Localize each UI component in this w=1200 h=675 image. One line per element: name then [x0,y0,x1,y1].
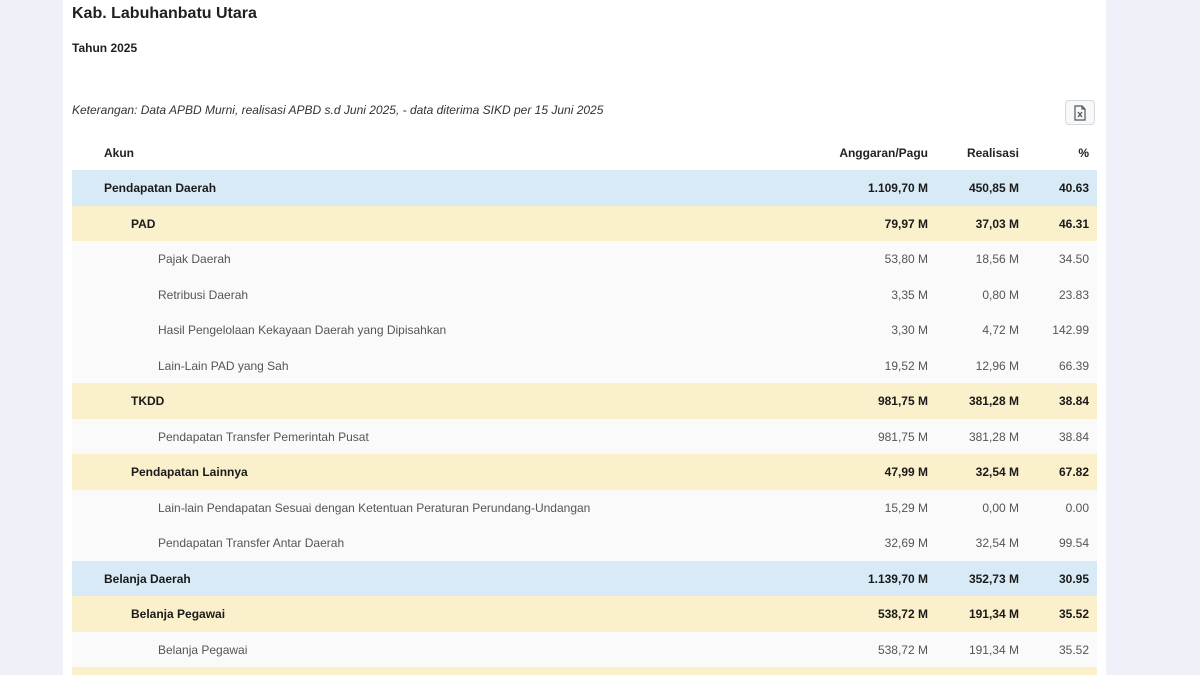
budget-value: 3,35 M [891,287,928,302]
column-header-budget[interactable]: Anggaran/Pagu [839,146,928,160]
account-name: Hasil Pengelolaan Kekayaan Daerah yang D… [158,323,447,337]
percent-value: 38.84 [1058,429,1089,444]
percent-value: 46.31 [1058,216,1089,231]
percent-value: 35.52 [1058,607,1089,621]
data-note: Keterangan: Data APBD Murni, realisasi A… [72,103,604,117]
budget-value: 19,52 M [884,358,928,373]
realization-value: 191,34 M [968,642,1019,657]
realization-value: 381,28 M [968,394,1019,408]
account-name: Belanja Pegawai [131,607,226,621]
budget-value: 3,30 M [891,323,928,337]
account-name: Retribusi Daerah [158,287,249,302]
budget-value: 981,75 M [877,429,928,444]
account-name: Pendapatan Daerah [104,181,217,195]
table-row[interactable]: Pendapatan Transfer Antar Daerah 32,69 M 3… [72,525,1097,561]
table-row[interactable]: Pendapatan Transfer Pemerintah Pusat 981,… [72,418,1097,454]
account-name: Lain-Lain PAD yang Sah [158,358,289,373]
table-row[interactable]: Pendapatan Daerah 1.109,70 M 450,85 M 40.63 [72,170,1097,206]
year-label: Tahun 2025 [72,41,138,55]
percent-value: 66.39 [1058,358,1089,373]
account-name: Lain-lain Pendapatan Sesuai dengan Keten… [158,500,591,515]
realization-value: 37,03 M [975,216,1019,231]
budget-value: 32,69 M [884,536,928,550]
percent-value: 30.95 [1058,571,1089,586]
budget-value: 47,99 M [884,465,928,479]
table-body: Pendapatan Daerah 1.109,70 M 450,85 M 40.63… [72,170,1097,675]
table-row[interactable]: Lain-Lain PAD yang Sah 19,52 M 12,96 M 66.3… [72,347,1097,383]
account-name: Pajak Daerah [158,252,231,266]
page-title: Kab. Labuhanbatu Utara [72,5,257,22]
budget-value: 15,29 M [884,500,928,515]
budget-value: 538,72 M [877,607,928,621]
budget-value: 53,80 M [884,252,928,266]
export-button[interactable] [1065,100,1095,125]
percent-value: 0.00 [1065,500,1089,515]
table-row[interactable]: PAD 79,97 M 37,03 M 46.31 [72,205,1097,241]
percent-value: 35.52 [1058,642,1089,657]
table-row[interactable]: Lain-lain Pendapatan Sesuai dengan Keten… [72,489,1097,525]
table-row[interactable] [72,667,1097,675]
budget-value: 981,75 M [877,394,928,408]
budget-table: Akun Anggaran/Pagu Realisasi % Pendapata… [72,135,1097,675]
budget-value: 79,97 M [884,216,928,231]
percent-value: 40.63 [1058,181,1089,195]
percent-value: 99.54 [1058,536,1089,550]
budget-value: 1.109,70 M [867,181,928,195]
table-row[interactable]: Belanja Pegawai 538,72 M 191,34 M 35.52 [72,596,1097,632]
realization-value: 4,72 M [982,323,1019,337]
realization-value: 0,00 M [982,500,1019,515]
table-row[interactable]: Pajak Daerah 53,80 M 18,56 M 34.50 [72,241,1097,277]
account-name: Belanja Daerah [104,571,191,586]
excel-export-icon [1074,104,1086,121]
percent-value: 142.99 [1052,323,1089,337]
budget-value: 538,72 M [877,642,928,657]
account-name: PAD [131,216,156,231]
account-name: Pendapatan Transfer Pemerintah Pusat [158,429,369,444]
account-name: Pendapatan Lainnya [131,465,248,479]
table-row[interactable]: TKDD 981,75 M 381,28 M 38.84 [72,383,1097,419]
table-row[interactable]: Belanja Pegawai 538,72 M 191,34 M 35.52 [72,631,1097,667]
realization-value: 32,54 M [975,465,1019,479]
table-header: Akun Anggaran/Pagu Realisasi % [72,135,1097,170]
realization-value: 352,73 M [968,571,1019,586]
realization-value: 381,28 M [968,429,1019,444]
realization-value: 12,96 M [975,358,1019,373]
budget-value: 1.139,70 M [867,571,928,586]
column-header-percent[interactable]: % [1078,146,1089,160]
realization-value: 450,85 M [968,181,1019,195]
percent-value: 23.83 [1058,287,1089,302]
account-name: TKDD [131,394,165,408]
table-row[interactable]: Pendapatan Lainnya 47,99 M 32,54 M 67.82 [72,454,1097,490]
table-row[interactable]: Belanja Daerah 1.139,70 M 352,73 M 30.95 [72,560,1097,596]
table-row[interactable]: Hasil Pengelolaan Kekayaan Daerah yang D… [72,312,1097,348]
report-panel: Kab. Labuhanbatu Utara Tahun 2025 Ketera… [63,0,1106,675]
column-header-realization[interactable]: Realisasi [967,146,1019,160]
percent-value: 67.82 [1058,465,1089,479]
realization-value: 32,54 M [975,536,1019,550]
column-header-account[interactable]: Akun [104,146,134,160]
percent-value: 34.50 [1058,252,1089,266]
realization-value: 18,56 M [975,252,1019,266]
account-name: Belanja Pegawai [158,642,248,657]
realization-value: 191,34 M [968,607,1019,621]
account-name: Pendapatan Transfer Antar Daerah [158,536,345,550]
table-row[interactable]: Retribusi Daerah 3,35 M 0,80 M 23.83 [72,276,1097,312]
realization-value: 0,80 M [982,287,1019,302]
percent-value: 38.84 [1058,394,1089,408]
